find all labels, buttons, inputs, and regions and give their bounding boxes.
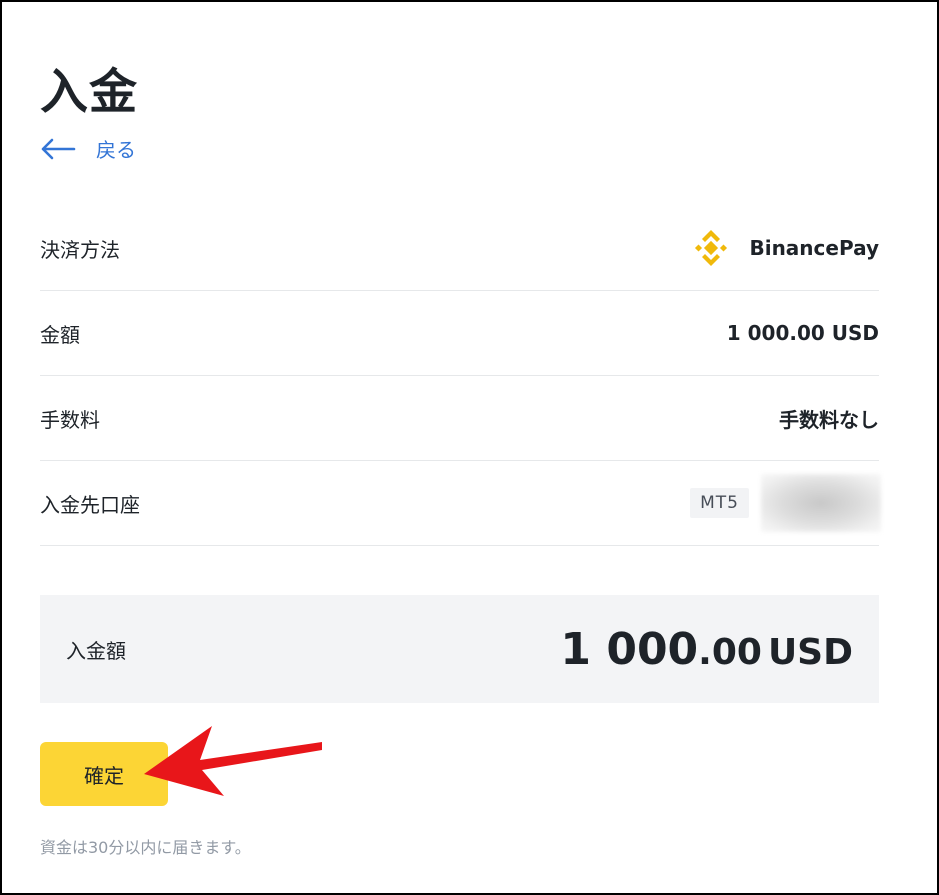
fee-row: 手数料 手数料なし: [40, 376, 879, 461]
payment-method-value: BinancePay: [691, 228, 879, 268]
account-number-redacted: [761, 474, 881, 532]
deposit-total-label: 入金額: [66, 638, 126, 663]
back-label: 戻る: [96, 138, 136, 162]
fee-value: 手数料なし: [779, 407, 879, 432]
deposit-total-value: 1 000.00 USD: [560, 624, 853, 675]
page-title: 入金: [40, 64, 139, 120]
destination-account-label: 入金先口座: [40, 492, 140, 517]
amount-row: 金額 1 000.00 USD: [40, 291, 879, 376]
deposit-total-decimal: .00: [698, 631, 762, 673]
amount-value: 1 000.00 USD: [726, 321, 879, 345]
arrival-note: 資金は30分以内に届きます。: [40, 838, 251, 857]
payment-method-label: 決済方法: [40, 237, 120, 262]
arrow-left-icon: [41, 138, 76, 159]
payment-method-name: BinancePay: [749, 236, 879, 260]
back-link[interactable]: 戻る: [40, 134, 136, 163]
deposit-total-currency: USD: [767, 631, 853, 673]
binance-logo-icon: [695, 230, 728, 266]
deposit-total-integer: 1 000: [560, 623, 699, 675]
deposit-window: 入金 戻る 決済方法 BinancePay 金額 1 000.00 USD 手数…: [0, 0, 939, 895]
amount-label: 金額: [40, 322, 80, 347]
platform-badge: MT5: [690, 488, 749, 518]
annotation-arrow-icon: [144, 726, 322, 796]
fee-label: 手数料: [40, 407, 100, 432]
destination-account-row: 入金先口座 MT5: [40, 461, 881, 546]
deposit-total-panel: 入金額 1 000.00 USD: [40, 595, 879, 703]
destination-account-value: MT5: [690, 474, 881, 532]
deposit-details: 決済方法 BinancePay 金額 1 000.00 USD 手数料 手数料な…: [40, 206, 881, 546]
payment-method-row: 決済方法 BinancePay: [40, 206, 879, 291]
